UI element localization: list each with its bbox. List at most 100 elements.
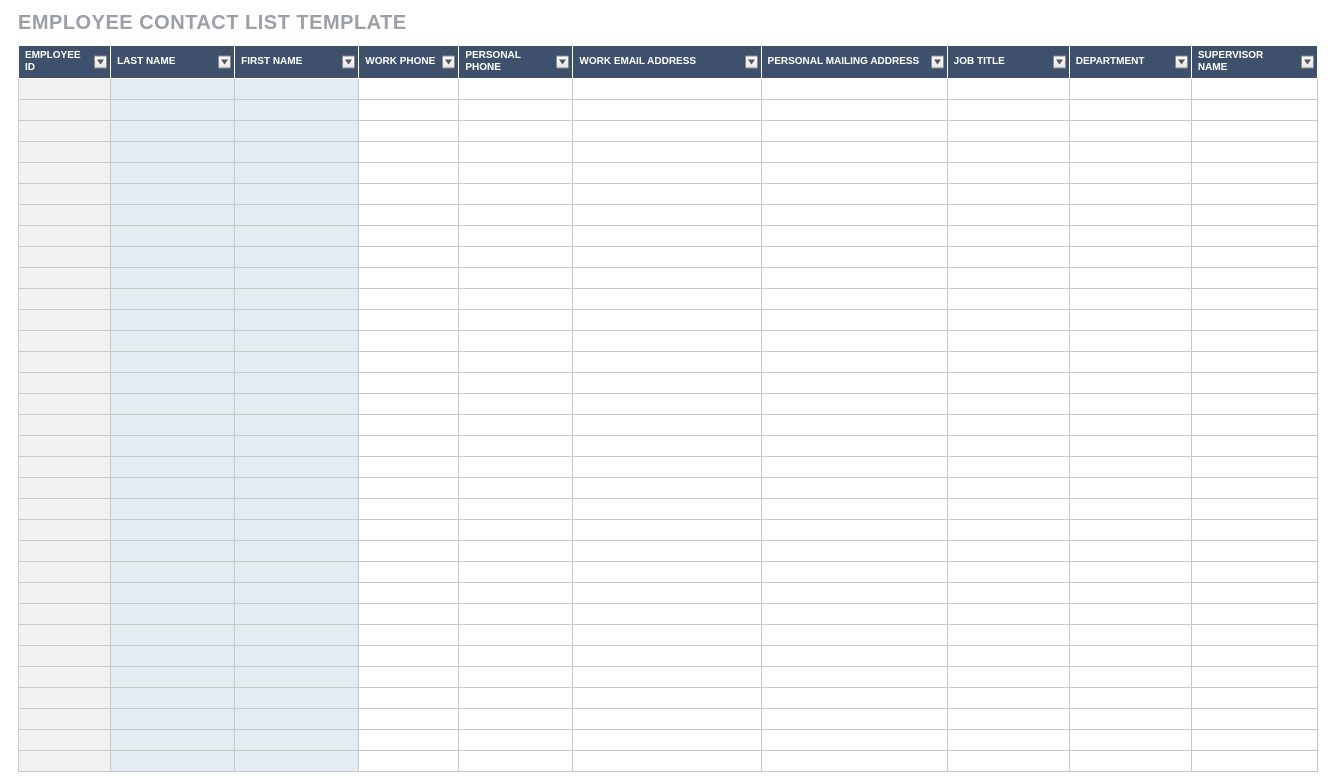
cell[interactable] <box>111 121 235 142</box>
cell[interactable] <box>1191 478 1317 499</box>
cell[interactable] <box>947 709 1069 730</box>
cell[interactable] <box>19 331 111 352</box>
cell[interactable] <box>19 709 111 730</box>
cell[interactable] <box>947 184 1069 205</box>
cell[interactable] <box>573 184 761 205</box>
cell[interactable] <box>1191 142 1317 163</box>
cell[interactable] <box>761 646 947 667</box>
cell[interactable] <box>459 751 573 772</box>
cell[interactable] <box>459 268 573 289</box>
cell[interactable] <box>573 520 761 541</box>
cell[interactable] <box>19 520 111 541</box>
cell[interactable] <box>573 730 761 751</box>
cell[interactable] <box>947 499 1069 520</box>
filter-dropdown-icon[interactable] <box>931 56 944 69</box>
cell[interactable] <box>1069 394 1191 415</box>
cell[interactable] <box>761 352 947 373</box>
cell[interactable] <box>1191 268 1317 289</box>
cell[interactable] <box>459 415 573 436</box>
cell[interactable] <box>761 184 947 205</box>
cell[interactable] <box>947 478 1069 499</box>
cell[interactable] <box>761 289 947 310</box>
cell[interactable] <box>235 142 359 163</box>
cell[interactable] <box>947 100 1069 121</box>
cell[interactable] <box>947 289 1069 310</box>
cell[interactable] <box>459 478 573 499</box>
cell[interactable] <box>459 499 573 520</box>
cell[interactable] <box>235 163 359 184</box>
cell[interactable] <box>573 709 761 730</box>
col-header-work-email[interactable]: WORK EMAIL ADDRESS <box>573 46 761 79</box>
cell[interactable] <box>111 667 235 688</box>
col-header-first-name[interactable]: FIRST NAME <box>235 46 359 79</box>
cell[interactable] <box>1191 184 1317 205</box>
cell[interactable] <box>1191 541 1317 562</box>
cell[interactable] <box>19 163 111 184</box>
cell[interactable] <box>359 562 459 583</box>
cell[interactable] <box>359 121 459 142</box>
cell[interactable] <box>19 499 111 520</box>
cell[interactable] <box>761 205 947 226</box>
cell[interactable] <box>459 583 573 604</box>
cell[interactable] <box>359 226 459 247</box>
cell[interactable] <box>359 289 459 310</box>
cell[interactable] <box>359 373 459 394</box>
cell[interactable] <box>19 247 111 268</box>
cell[interactable] <box>761 583 947 604</box>
filter-dropdown-icon[interactable] <box>442 56 455 69</box>
filter-dropdown-icon[interactable] <box>218 56 231 69</box>
cell[interactable] <box>947 646 1069 667</box>
cell[interactable] <box>459 562 573 583</box>
cell[interactable] <box>1191 289 1317 310</box>
cell[interactable] <box>1069 268 1191 289</box>
cell[interactable] <box>573 415 761 436</box>
cell[interactable] <box>111 226 235 247</box>
cell[interactable] <box>235 688 359 709</box>
cell[interactable] <box>19 415 111 436</box>
cell[interactable] <box>761 142 947 163</box>
cell[interactable] <box>19 352 111 373</box>
cell[interactable] <box>359 751 459 772</box>
cell[interactable] <box>573 562 761 583</box>
cell[interactable] <box>111 142 235 163</box>
cell[interactable] <box>761 247 947 268</box>
cell[interactable] <box>1069 142 1191 163</box>
cell[interactable] <box>19 478 111 499</box>
cell[interactable] <box>1069 163 1191 184</box>
cell[interactable] <box>19 373 111 394</box>
col-header-personal-phone[interactable]: PERSONAL PHONE <box>459 46 573 79</box>
cell[interactable] <box>359 184 459 205</box>
cell[interactable] <box>947 142 1069 163</box>
cell[interactable] <box>459 373 573 394</box>
cell[interactable] <box>761 625 947 646</box>
cell[interactable] <box>1191 583 1317 604</box>
cell[interactable] <box>19 142 111 163</box>
cell[interactable] <box>359 583 459 604</box>
cell[interactable] <box>573 394 761 415</box>
col-header-supervisor[interactable]: SUPERVISOR NAME <box>1191 46 1317 79</box>
cell[interactable] <box>1191 625 1317 646</box>
filter-dropdown-icon[interactable] <box>1175 56 1188 69</box>
cell[interactable] <box>1069 121 1191 142</box>
cell[interactable] <box>1191 751 1317 772</box>
cell[interactable] <box>111 562 235 583</box>
cell[interactable] <box>761 730 947 751</box>
cell[interactable] <box>235 730 359 751</box>
cell[interactable] <box>459 352 573 373</box>
cell[interactable] <box>947 373 1069 394</box>
cell[interactable] <box>359 247 459 268</box>
cell[interactable] <box>459 625 573 646</box>
cell[interactable] <box>1191 562 1317 583</box>
cell[interactable] <box>947 79 1069 100</box>
cell[interactable] <box>1069 436 1191 457</box>
cell[interactable] <box>111 478 235 499</box>
cell[interactable] <box>947 226 1069 247</box>
cell[interactable] <box>111 604 235 625</box>
cell[interactable] <box>947 604 1069 625</box>
cell[interactable] <box>19 310 111 331</box>
cell[interactable] <box>761 310 947 331</box>
cell[interactable] <box>111 352 235 373</box>
cell[interactable] <box>235 247 359 268</box>
cell[interactable] <box>19 121 111 142</box>
cell[interactable] <box>235 583 359 604</box>
